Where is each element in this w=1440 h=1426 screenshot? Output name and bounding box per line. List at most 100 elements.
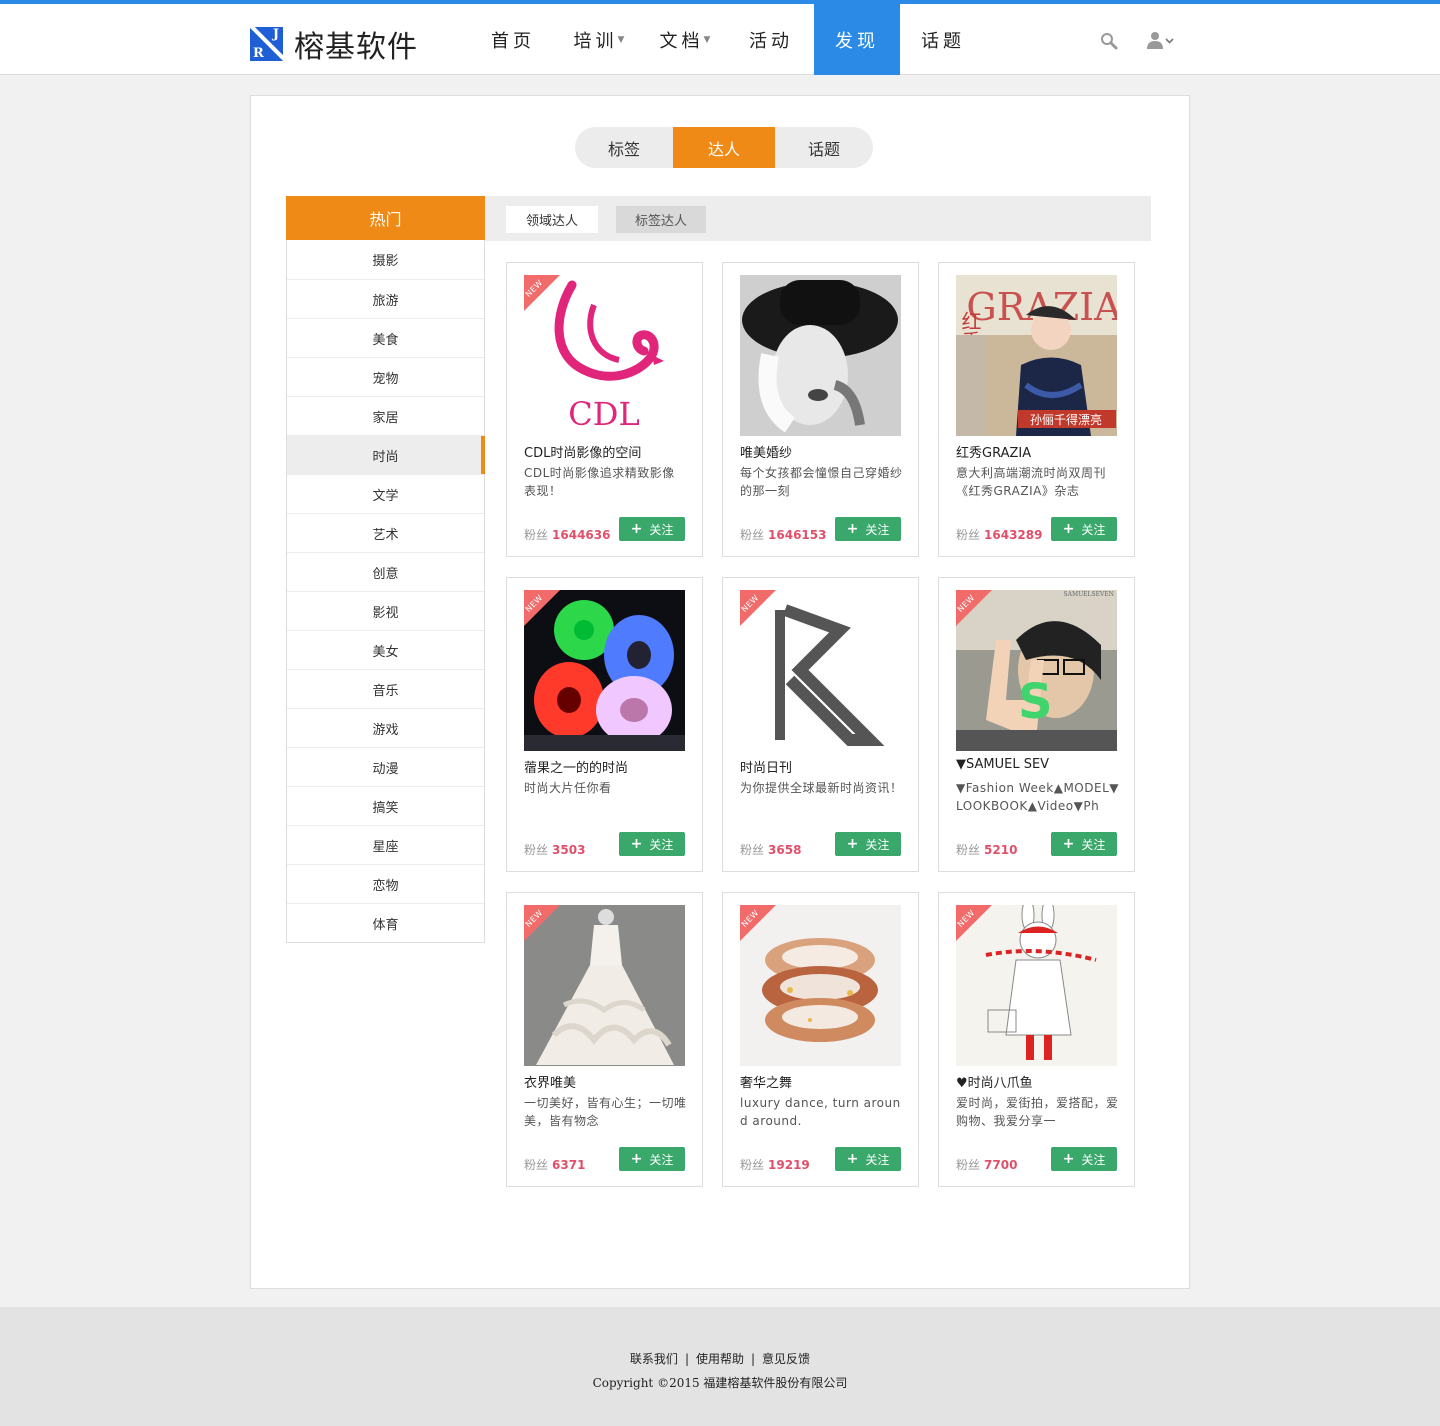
sidebar-item[interactable]: 文学	[287, 474, 484, 513]
subtab-tag-experts[interactable]: 标签达人	[616, 206, 706, 233]
expert-card[interactable]: NEW 时尚日刊 为你提供全球最新时尚资讯！ 粉丝 3658 + 关注	[722, 577, 919, 872]
expert-card[interactable]: NEW 蓿果之一的的时尚 时尚大片任你看 粉丝 3503 + 关注	[506, 577, 703, 872]
footer-links: 联系我们 | 使用帮助 | 意见反馈	[629, 1352, 811, 1366]
expert-name[interactable]: 红秀GRAZIA	[956, 442, 1121, 461]
sidebar-item[interactable]: 家居	[287, 396, 484, 435]
follow-button[interactable]: + 关注	[835, 517, 901, 541]
expert-name[interactable]: 奢华之舞	[740, 1072, 905, 1091]
nav-item-docs[interactable]: 文档 ▼	[642, 4, 728, 75]
expert-avatar-image[interactable]: NEW	[740, 590, 901, 751]
expert-avatar-image[interactable]: NEW	[956, 905, 1117, 1066]
plus-icon: +	[1062, 1151, 1075, 1167]
logo-icon: J R	[250, 27, 283, 61]
follow-button[interactable]: + 关注	[835, 1147, 901, 1171]
follow-button[interactable]: + 关注	[1051, 517, 1117, 541]
expert-avatar-image[interactable]: NEW	[524, 905, 685, 1066]
plus-icon: +	[846, 836, 859, 852]
sidebar-item[interactable]: 星座	[287, 825, 484, 864]
follow-button[interactable]: + 关注	[1051, 832, 1117, 856]
category-sidebar: 热门 摄影 旅游 美食 宠物 家居 时尚 文学 艺术 创意 影视 美女 音乐 游戏 动漫 搞笑 星座 恋物 体育	[286, 196, 485, 943]
expert-name[interactable]: ♥时尚八爪鱼	[956, 1072, 1121, 1091]
sidebar-item[interactable]: 宠物	[287, 357, 484, 396]
expert-card[interactable]: GRAZIA 红秀 孙俪千得漂亮 红秀GRAZIA 意大利高端潮流时尚双周刊《红…	[938, 262, 1135, 557]
follow-button[interactable]: + 关注	[619, 517, 685, 541]
expert-description: 一切美好，皆有心生；一切唯美，皆有物念	[524, 1096, 687, 1128]
footer-link-feedback[interactable]: 意见反馈	[762, 1352, 810, 1366]
plus-icon: +	[1062, 836, 1075, 852]
sidebar-item[interactable]: 摄影	[287, 240, 484, 279]
follow-button[interactable]: + 关注	[835, 832, 901, 856]
discover-panel: 标签 达人 话题 热门 摄影 旅游 美食 宠物 家居 时尚 文学 艺术 创意 影视 美女 音乐 游戏 动漫…	[250, 95, 1190, 1289]
expert-name[interactable]: 蓿果之一的的时尚	[524, 757, 689, 776]
expert-card[interactable]: 唯美婚纱 每个女孩都会憧憬自己穿婚纱的那一刻 粉丝 1646153 + 关注	[722, 262, 919, 557]
nav-item-home[interactable]: 首页	[470, 4, 556, 75]
footer-link-contact[interactable]: 联系我们	[630, 1352, 678, 1366]
sidebar-item[interactable]: 美食	[287, 318, 484, 357]
brand-name: 榕基软件	[294, 30, 418, 65]
fans-count: 粉丝 1644636	[524, 528, 611, 542]
expert-avatar-image[interactable]: NEW	[524, 590, 685, 751]
plus-icon: +	[1062, 521, 1075, 537]
sidebar-header-hot[interactable]: 热门	[286, 196, 485, 240]
sidebar-item[interactable]: 恋物	[287, 864, 484, 903]
expert-name[interactable]: 时尚日刊	[740, 757, 905, 776]
nav-item-discover[interactable]: 发现	[814, 4, 900, 75]
expert-card[interactable]: NEW ♥时尚八爪鱼 爱时尚，爱街拍，爱搭配，爱购物、我爱分享一 粉丝 7700 …	[938, 892, 1135, 1187]
expert-avatar-image[interactable]: S SAMUELSEVEN NEW	[956, 590, 1117, 751]
new-badge: NEW	[740, 905, 776, 941]
expert-avatar-image[interactable]: NEW	[740, 905, 901, 1066]
expert-name[interactable]: 衣界唯美	[524, 1072, 689, 1091]
search-icon[interactable]	[1100, 32, 1118, 50]
sidebar-item[interactable]: 美女	[287, 630, 484, 669]
fans-count: 粉丝 7700	[956, 1158, 1018, 1172]
expert-card[interactable]: NEW 衣界唯美 一切美好，皆有心生；一切唯美，皆有物念 粉丝 6371 + 关注	[506, 892, 703, 1187]
expert-name[interactable]: 唯美婚纱	[740, 442, 905, 461]
brand-logo[interactable]: J R 榕基软件	[250, 22, 418, 66]
expert-avatar-image[interactable]	[740, 275, 901, 436]
fans-count: 粉丝 1643289	[956, 528, 1043, 542]
sidebar-item[interactable]: 搞笑	[287, 786, 484, 825]
sidebar-item[interactable]: 艺术	[287, 513, 484, 552]
expert-card[interactable]: S SAMUELSEVEN NEW ▼SAMUEL SEV ▼Fashion W…	[938, 577, 1135, 872]
tab-experts[interactable]: 达人	[673, 127, 775, 168]
follow-button[interactable]: + 关注	[619, 1147, 685, 1171]
sidebar-item[interactable]: 音乐	[287, 669, 484, 708]
follow-button[interactable]: + 关注	[619, 832, 685, 856]
new-badge: NEW	[524, 275, 560, 311]
new-badge: NEW	[524, 905, 560, 941]
follow-button[interactable]: + 关注	[1051, 1147, 1117, 1171]
subtab-domain-experts[interactable]: 领域达人	[506, 206, 598, 233]
sidebar-item[interactable]: 创意	[287, 552, 484, 591]
sidebar-item[interactable]: 影视	[287, 591, 484, 630]
category-list: 摄影 旅游 美食 宠物 家居 时尚 文学 艺术 创意 影视 美女 音乐 游戏 动漫 搞笑 星座 恋物 体育	[286, 240, 485, 943]
nav-item-training[interactable]: 培训 ▼	[556, 4, 642, 75]
plus-icon: +	[630, 521, 643, 537]
footer-link-help[interactable]: 使用帮助	[696, 1352, 744, 1366]
site-footer: 联系我们 | 使用帮助 | 意见反馈 Copyright ©2015 福建榕基软件股份有…	[0, 1307, 1440, 1426]
nav-item-events[interactable]: 活动	[728, 4, 814, 75]
expert-card[interactable]: NEW 奢华之舞 luxury dance, turn around aroun…	[722, 892, 919, 1187]
expert-avatar-image[interactable]: CDL NEW	[524, 275, 685, 436]
fans-count: 粉丝 6371	[524, 1158, 586, 1172]
fans-count: 粉丝 3503	[524, 843, 586, 857]
new-badge: NEW	[740, 590, 776, 626]
discover-segment-tabs: 标签 达人 话题	[575, 127, 873, 168]
sidebar-item[interactable]: 游戏	[287, 708, 484, 747]
fans-count: 粉丝 3658	[740, 843, 802, 857]
tab-tags[interactable]: 标签	[575, 127, 673, 168]
nav-item-topics[interactable]: 话题	[900, 4, 986, 75]
sidebar-item[interactable]: 体育	[287, 903, 484, 942]
sidebar-item[interactable]: 旅游	[287, 279, 484, 318]
expert-card[interactable]: CDL NEW CDL时尚影像的空间 CDL时尚影像追求精致影像表现！ 粉丝 16…	[506, 262, 703, 557]
main-nav: 首页 培训 ▼ 文档 ▼ 活动 发现 话题	[470, 4, 986, 75]
user-menu-icon[interactable]	[1146, 31, 1176, 51]
expert-description: 意大利高端潮流时尚双周刊《红秀GRAZIA》杂志	[956, 466, 1107, 498]
footer-copyright: Copyright ©2015 福建榕基软件股份有限公司	[592, 1376, 848, 1390]
sidebar-item[interactable]: 动漫	[287, 747, 484, 786]
expert-avatar-image[interactable]: GRAZIA 红秀 孙俪千得漂亮	[956, 275, 1117, 436]
expert-name[interactable]: ▼SAMUEL SEV	[956, 757, 1121, 772]
expert-name[interactable]: CDL时尚影像的空间	[524, 442, 689, 461]
tab-topics[interactable]: 话题	[775, 127, 873, 168]
sidebar-item[interactable]: 时尚	[287, 435, 485, 474]
caret-down-icon: ▼	[703, 34, 711, 45]
